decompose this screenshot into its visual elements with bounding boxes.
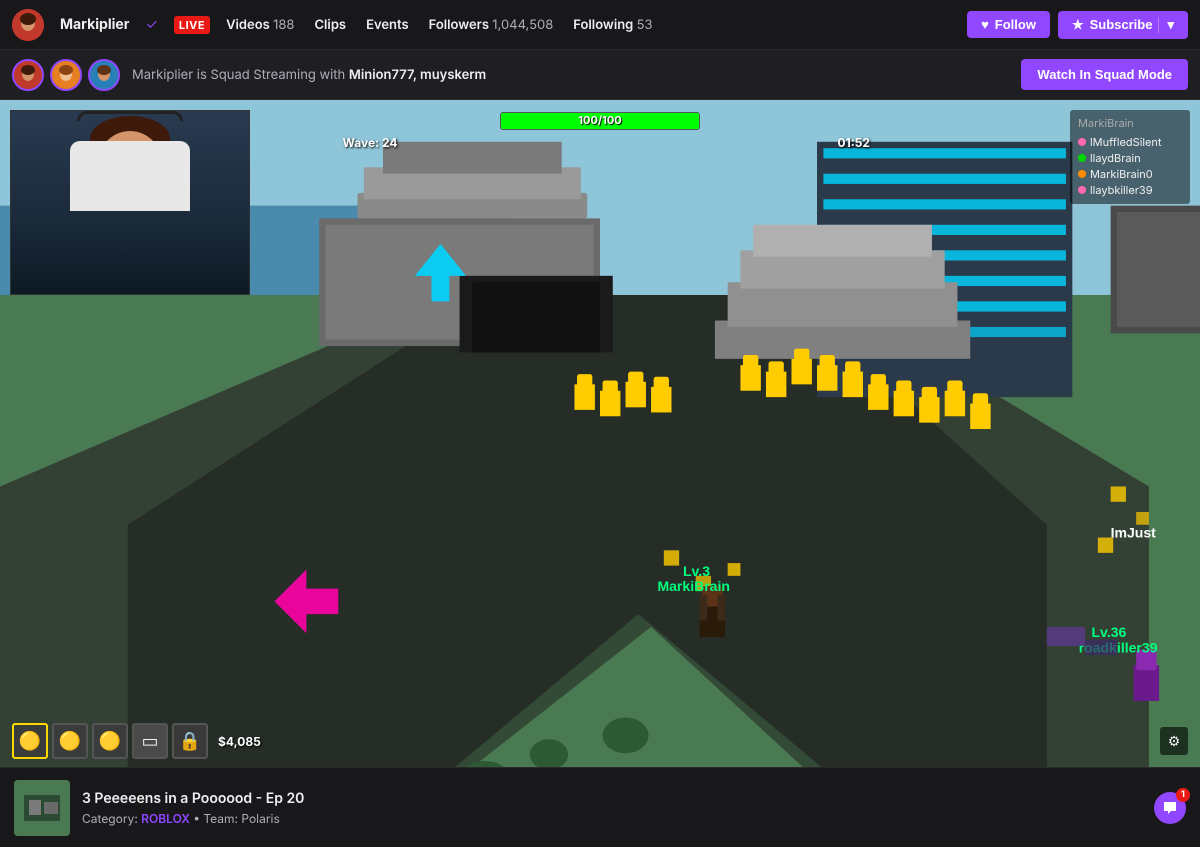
stream-info: 3 Peeeeens in a Poooood - Ep 20 Category…	[82, 790, 1142, 826]
svg-text:ImJust: ImJust	[1111, 525, 1157, 541]
stream-category[interactable]: ROBLOX	[141, 811, 190, 826]
channel-name-label: Markiplier	[60, 16, 129, 33]
wave-indicator: Wave: 24	[343, 135, 398, 150]
video-player[interactable]: Lv.3 MarkiBrain Lv.36 roadkiller39 ImJus…	[0, 100, 1200, 767]
inventory-slot-3[interactable]: 🟡	[92, 723, 128, 759]
person-body	[70, 141, 190, 211]
squad-bar: Markiplier is Squad Streaming with Minio…	[0, 50, 1200, 100]
player-dot	[1078, 170, 1086, 178]
stream-team: Polaris	[241, 811, 279, 826]
player-dot	[1078, 186, 1086, 194]
chat-notification-badge: 1	[1176, 788, 1190, 802]
webcam-overlay	[10, 110, 250, 295]
heart-icon: ♥	[981, 17, 989, 32]
stream-thumb-image	[14, 780, 70, 836]
health-bar-hud: 100/100	[500, 112, 700, 130]
money-display: $4,085	[218, 734, 261, 749]
nav-events[interactable]: Events	[366, 17, 409, 33]
squad-text: Markiplier is Squad Streaming with Minio…	[132, 67, 486, 83]
player-list-title: MarkiBrain	[1078, 116, 1182, 130]
verified-icon: ✓	[145, 16, 157, 33]
list-item: llaybkiller39	[1078, 182, 1182, 198]
star-icon: ★	[1072, 17, 1084, 33]
category-label: Category:	[82, 811, 138, 826]
timer-display: 01:52	[837, 135, 870, 150]
video-settings-icon[interactable]: ⚙	[1160, 727, 1188, 755]
list-item: lMuffledSilent	[1078, 134, 1182, 150]
nav-videos[interactable]: Videos 188	[226, 17, 294, 33]
stream-title: 3 Peeeeens in a Poooood - Ep 20	[82, 790, 1142, 807]
squad-avatar-minion	[50, 59, 82, 91]
top-navigation: Markiplier ✓ LIVE Videos 188 Clips Event…	[0, 0, 1200, 50]
nav-links: Videos 188 Clips Events Followers 1,044,…	[226, 17, 951, 33]
nav-followers: Followers 1,044,508	[429, 17, 554, 33]
stream-meta: Category: ROBLOX • Team: Polaris	[82, 811, 1142, 826]
nav-following: Following 53	[573, 17, 652, 33]
health-text: 100/100	[578, 113, 621, 127]
inventory-slot-4[interactable]: ▭	[132, 723, 168, 759]
headphone-band	[77, 111, 183, 121]
player-dot	[1078, 154, 1086, 162]
team-label: Team:	[203, 811, 238, 826]
inventory-slot-1[interactable]: 🟡	[12, 723, 48, 759]
squad-avatar-markiplier	[12, 59, 44, 91]
list-item: MarkiBrain0	[1078, 166, 1182, 182]
squad-partners: Minion777, muyskerm	[349, 67, 486, 83]
list-item: llaydBrain	[1078, 150, 1182, 166]
main-content: Lv.3 MarkiBrain Lv.36 roadkiller39 ImJus…	[0, 100, 1200, 767]
inventory-slot-5[interactable]: 🔒	[172, 723, 208, 759]
person-face	[95, 131, 165, 211]
svg-text:Lv.36: Lv.36	[1091, 624, 1126, 640]
player-dot	[1078, 138, 1086, 146]
squad-avatars	[12, 59, 120, 91]
nav-actions: ♥ Follow ★ Subscribe ▾	[967, 11, 1188, 39]
svg-text:Lv.3: Lv.3	[683, 563, 710, 579]
inventory-bar: 🟡 🟡 🟡 ▭ 🔒 $4,085	[12, 723, 261, 759]
stream-thumbnail	[14, 780, 70, 836]
squad-avatar-muyskerm	[88, 59, 120, 91]
channel-avatar	[12, 9, 44, 41]
watch-squad-button[interactable]: Watch In Squad Mode	[1021, 59, 1188, 90]
nav-clips[interactable]: Clips	[314, 17, 346, 33]
bottom-info-bar: 3 Peeeeens in a Poooood - Ep 20 Category…	[0, 767, 1200, 847]
streamer-webcam	[11, 111, 249, 294]
chat-icon[interactable]: 1	[1154, 792, 1186, 824]
player-list-mini: MarkiBrain lMuffledSilent llaydBrain Mar…	[1070, 110, 1190, 204]
subscribe-button[interactable]: ★ Subscribe ▾	[1058, 11, 1188, 39]
inventory-slot-2[interactable]: 🟡	[52, 723, 88, 759]
svg-text:MarkiBrain: MarkiBrain	[657, 578, 730, 594]
follow-button[interactable]: ♥ Follow	[967, 11, 1050, 38]
live-badge: LIVE	[174, 16, 210, 34]
subscribe-dropdown-arrow[interactable]: ▾	[1158, 17, 1174, 33]
